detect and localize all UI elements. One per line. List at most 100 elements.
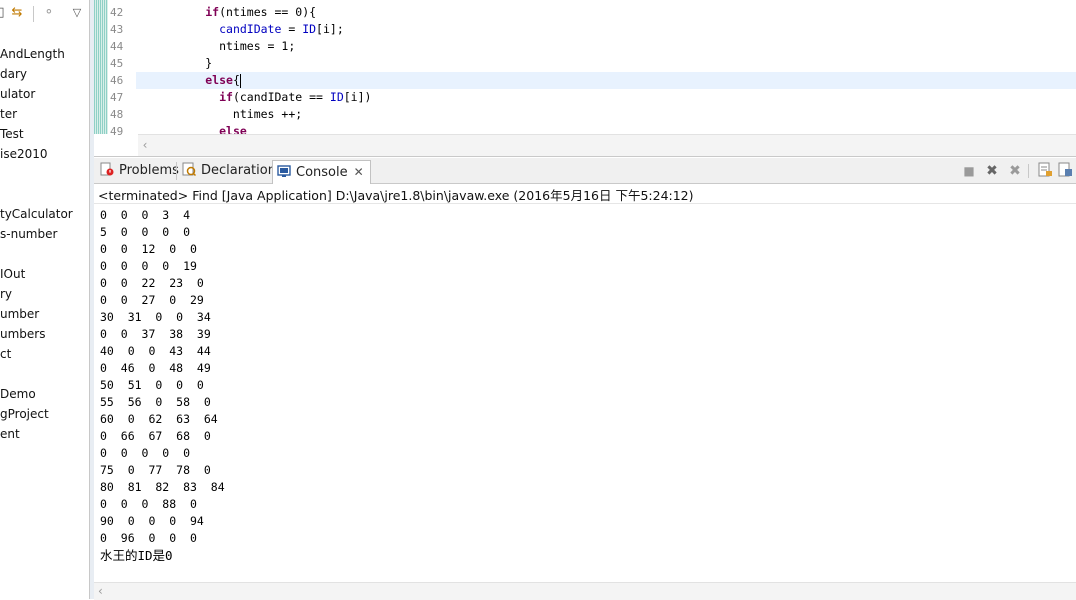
view-menu-icon[interactable]: ▽ (68, 4, 86, 22)
project-item[interactable]: tyCalculator (0, 204, 90, 224)
project-item[interactable]: Test (0, 124, 90, 144)
console-icon (277, 164, 291, 178)
clear-console-icon[interactable] (1036, 162, 1054, 180)
package-explorer-toolbar: ▯ ⇆ ⚬ ▽ (0, 0, 90, 28)
console-line: 40 0 0 43 44 (100, 344, 211, 358)
code-keyword: if (219, 90, 233, 104)
tab-problems[interactable]: Problems (96, 160, 185, 182)
project-item[interactable]: ise2010 (0, 144, 90, 164)
code-text: ntimes = 1; (136, 39, 296, 53)
scroll-left-icon[interactable]: ‹ (98, 583, 112, 600)
console-process-title: <terminated> Find [Java Application] D:\… (98, 188, 694, 203)
code-editor[interactable]: 42 43 44 45 46 47 48 49 if(ntimes == 0){… (94, 0, 1076, 157)
project-list: AndLength dary ulator ter Test ise2010 t… (0, 44, 90, 444)
code-field: candIDate (219, 22, 282, 36)
console-line: 30 31 0 0 34 (100, 310, 211, 324)
text-caret (239, 73, 241, 88)
code-text: } (136, 56, 213, 70)
code-line[interactable]: candIDate = ID[i]; (136, 21, 1076, 38)
console-text: 0 0 0 3 4 5 0 0 0 0 0 0 12 0 0 0 0 0 0 1… (100, 207, 225, 564)
filter-icon[interactable]: ⚬ (40, 4, 58, 22)
code-keyword: if (205, 5, 220, 19)
console-line: 0 0 12 0 0 (100, 242, 197, 256)
code-line[interactable]: } (136, 55, 1076, 72)
terminate-icon[interactable]: ■ (960, 162, 978, 180)
console-line: 0 0 0 3 4 (100, 208, 191, 222)
tab-problems-label: Problems (119, 163, 179, 178)
console-line: 0 66 67 68 0 (100, 429, 211, 443)
project-item[interactable]: ulator (0, 84, 90, 104)
tab-console-label: Console (296, 165, 348, 180)
problems-icon (100, 162, 114, 176)
console-line: 55 56 0 58 0 (100, 395, 211, 409)
code-text: = (281, 22, 303, 36)
line-number: 48 (110, 108, 124, 121)
project-item[interactable]: ct (0, 344, 90, 364)
line-number: 43 (110, 23, 124, 36)
bottom-view-tabbar: Problems Declaration Console ✕ ■ ✖ ✖ (94, 158, 1076, 184)
toolbar-divider (33, 6, 34, 22)
line-number: 49 (110, 125, 124, 138)
code-field: ID (302, 22, 317, 36)
editor-horizontal-scrollbar[interactable]: ‹ (138, 134, 1076, 156)
project-item[interactable]: dary (0, 64, 90, 84)
tab-console[interactable]: Console ✕ (272, 160, 371, 184)
console-line: 80 81 82 83 84 (100, 480, 225, 494)
project-item[interactable]: s-number (0, 224, 90, 244)
code-line[interactable]: ntimes ++; (136, 106, 1076, 123)
remove-all-terminated-icon[interactable]: ✖ (1006, 162, 1024, 180)
console-line: 0 0 27 0 29 (100, 293, 204, 307)
code-text: (candIDate == (232, 90, 330, 104)
console-horizontal-scrollbar[interactable]: ‹ (94, 582, 1076, 600)
code-text: [i]; (316, 22, 344, 36)
project-item[interactable]: IOut (0, 264, 90, 284)
scroll-left-icon[interactable]: ‹ (138, 137, 152, 153)
tab-declaration-label: Declaration (201, 163, 276, 178)
project-item[interactable]: umber (0, 304, 90, 324)
project-item[interactable] (0, 184, 90, 204)
declaration-icon (182, 162, 197, 177)
code-line[interactable]: ntimes = 1; (136, 38, 1076, 55)
console-line: 0 96 0 0 0 (100, 531, 197, 545)
close-icon[interactable]: ✕ (354, 165, 364, 179)
code-line[interactable]: else{ (136, 72, 1076, 89)
project-item[interactable] (0, 244, 90, 264)
project-item[interactable]: AndLength (0, 44, 90, 64)
console-line: 0 0 0 88 0 (100, 497, 197, 511)
code-line[interactable]: if(candIDate == ID[i]) (136, 89, 1076, 106)
project-item[interactable] (0, 164, 90, 184)
sync-arrows-icon[interactable]: ⇆ (8, 4, 26, 22)
console-line: 60 0 62 63 64 (100, 412, 218, 426)
project-item[interactable]: gProject (0, 404, 90, 424)
project-item[interactable]: umbers (0, 324, 90, 344)
code-line[interactable]: if(ntimes == 0){ (136, 4, 1076, 21)
console-line: 0 0 0 0 19 (100, 259, 197, 273)
project-item[interactable]: ter (0, 104, 90, 124)
code-text: [i]) (343, 90, 372, 104)
tab-divider (176, 162, 177, 180)
remove-launch-icon[interactable]: ✖ (983, 162, 1001, 180)
project-item[interactable]: ent (0, 424, 90, 444)
console-line: 0 0 37 38 39 (100, 327, 211, 341)
line-number: 47 (110, 91, 124, 104)
editor-overview-ruler (94, 0, 108, 134)
project-item[interactable] (0, 364, 90, 384)
code-keyword: else (205, 73, 233, 87)
line-number-gutter: 42 43 44 45 46 47 48 49 (108, 4, 138, 140)
project-item[interactable]: ry (0, 284, 90, 304)
tab-declaration[interactable]: Declaration (178, 160, 282, 182)
line-number: 42 (110, 6, 124, 19)
console-output[interactable]: 0 0 0 3 4 5 0 0 0 0 0 0 12 0 0 0 0 0 0 1… (94, 204, 1076, 582)
line-number: 45 (110, 57, 124, 70)
scroll-lock-icon[interactable] (1056, 162, 1074, 180)
project-item[interactable]: Demo (0, 384, 90, 404)
console-line: 75 0 77 78 0 (100, 463, 211, 477)
code-area[interactable]: if(ntimes == 0){ candIDate = ID[i]; ntim… (136, 4, 1076, 140)
console-line: 0 0 22 23 0 (100, 276, 204, 290)
toolbar-divider (1028, 164, 1029, 178)
console-line: 50 51 0 0 0 (100, 378, 204, 392)
